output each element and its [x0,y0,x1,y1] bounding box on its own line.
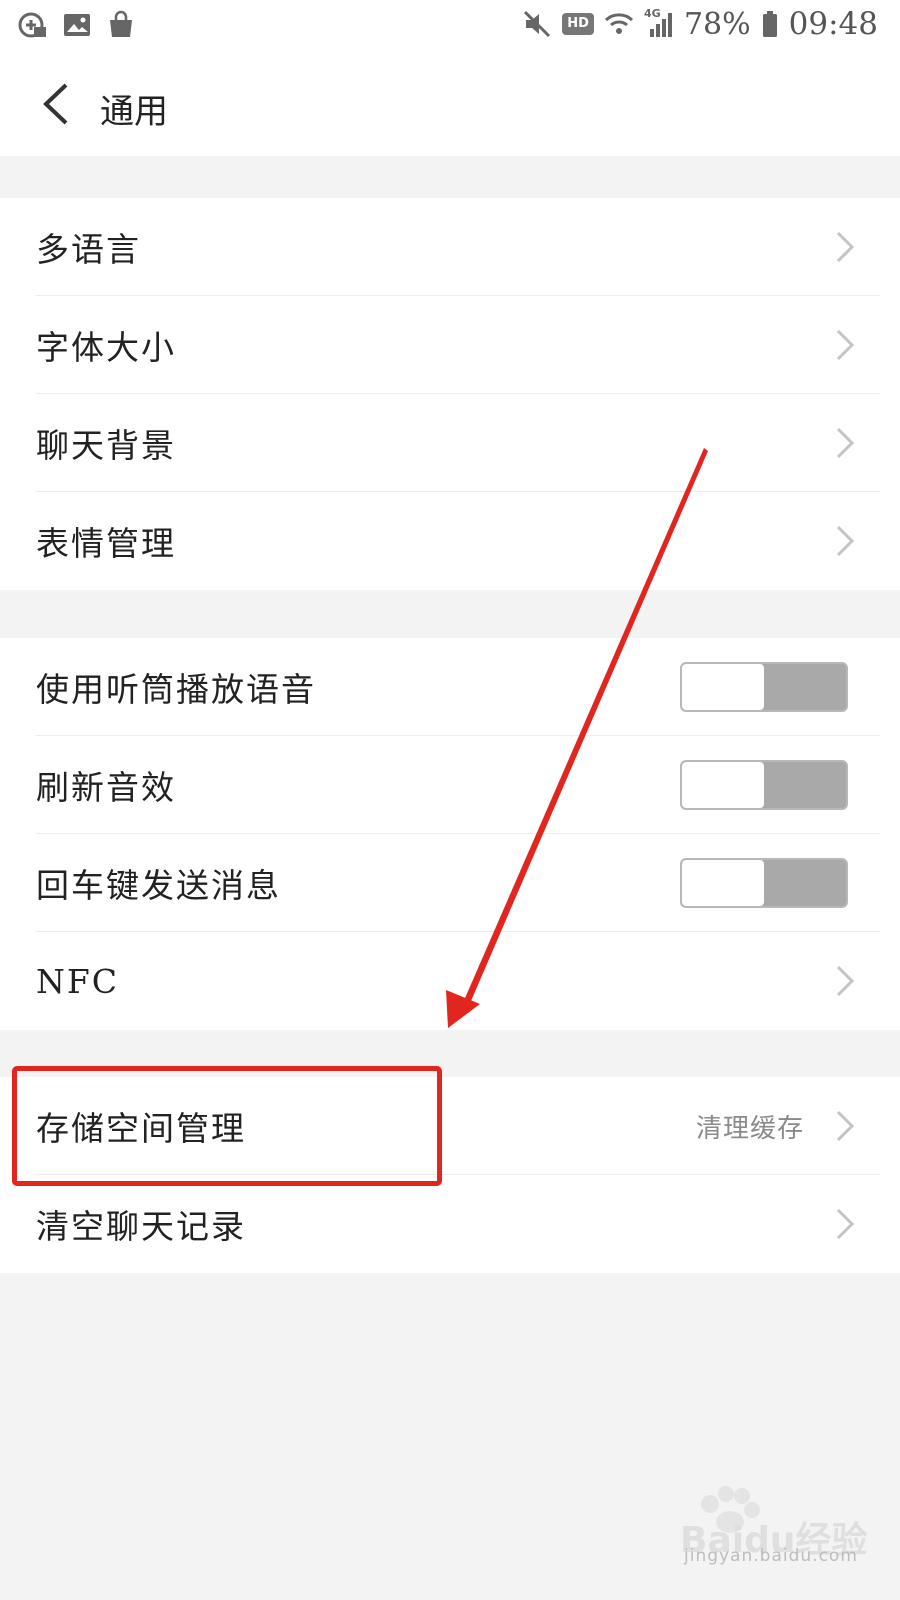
refresh-sound-toggle[interactable] [680,760,848,810]
chevron-right-icon [832,328,858,362]
setting-label: 使用听筒播放语音 [36,670,316,709]
chevron-left-icon [40,82,70,130]
status-left-icons [18,10,136,40]
back-button[interactable] [30,78,80,134]
setting-row-chat-background[interactable]: 聊天背景 [0,394,900,492]
clear-cache-hint: 清理缓存 [695,1113,804,1144]
status-bar: HD 4G 78% 09:48 [0,0,900,56]
shopping-bag-icon [106,10,136,40]
setting-row-clear-chat-history[interactable]: 清空聊天记录 [0,1175,900,1273]
chevron-right-icon [832,964,858,998]
toggle-knob [682,664,764,710]
settings-group-display: 多语言 字体大小 聊天背景 表情管理 [0,198,900,590]
earpiece-playback-toggle[interactable] [680,662,848,712]
battery-icon [761,9,779,39]
toggle-knob [682,762,764,808]
chevron-right-icon [832,426,858,460]
clock: 09:48 [788,6,878,42]
setting-label: 刷新音效 [36,768,176,807]
watermark-domain: jingyan.baidu.com [684,1546,858,1566]
setting-row-language[interactable]: 多语言 [0,198,900,296]
setting-label: NFC [36,961,120,1001]
setting-label: 聊天背景 [36,426,176,465]
setting-label: 多语言 [36,230,141,269]
wifi-icon [604,9,634,39]
setting-row-earpiece-playback: 使用听筒播放语音 [0,638,900,736]
app-notification-icon [18,10,48,40]
chevron-right-icon [832,1207,858,1241]
mute-icon [522,9,552,39]
settings-general-screen: HD 4G 78% 09:48 通用 多语言 字体大小 聊天背景 表情管理 使用… [0,0,900,1600]
enter-to-send-toggle[interactable] [680,858,848,908]
annotation-highlight-box [12,1066,442,1186]
hd-badge: HD [562,13,594,35]
setting-row-enter-to-send: 回车键发送消息 [0,834,900,932]
setting-row-sticker-management[interactable]: 表情管理 [0,492,900,590]
app-header: 通用 [0,56,900,156]
setting-label: 字体大小 [36,328,176,367]
signal-4g-icon: 4G [643,7,674,39]
image-icon [62,10,92,40]
chevron-right-icon [832,230,858,264]
network-label: 4G [643,7,661,20]
setting-row-font-size[interactable]: 字体大小 [0,296,900,394]
chevron-right-icon [832,524,858,558]
setting-row-nfc[interactable]: NFC [0,932,900,1030]
setting-label: 表情管理 [36,524,176,563]
status-right-indicators: HD 4G 78% 09:48 [522,6,878,42]
setting-label: 回车键发送消息 [36,866,281,905]
page-title: 通用 [100,92,168,132]
setting-row-refresh-sound: 刷新音效 [0,736,900,834]
battery-percent: 78% [683,6,751,42]
setting-label: 清空聊天记录 [36,1207,246,1246]
settings-group-sound: 使用听筒播放语音 刷新音效 回车键发送消息 NFC [0,638,900,1030]
toggle-knob [682,860,764,906]
chevron-right-icon [832,1109,858,1143]
